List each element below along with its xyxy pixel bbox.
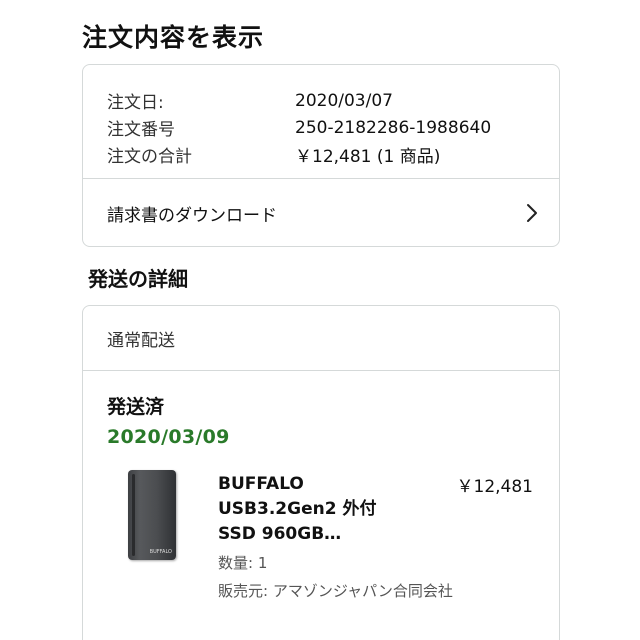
shipping-method: 通常配送 bbox=[107, 331, 175, 351]
page-title: 注文内容を表示 bbox=[82, 23, 265, 52]
product-image-logo: BUFFALO bbox=[149, 549, 172, 555]
product-title-line: USB3.2Gen2 外付 bbox=[218, 499, 377, 519]
order-summary-rows: 注文日: 2020/03/07 注文番号 250-2182286-1988640… bbox=[107, 87, 491, 168]
order-total-value: ￥12,481 (1 商品) bbox=[295, 147, 441, 167]
product-quantity: 数量: 1 bbox=[218, 554, 268, 572]
order-date-label: 注文日: bbox=[107, 93, 164, 113]
shipping-date: 2020/03/09 bbox=[107, 426, 230, 448]
shipping-divider bbox=[83, 370, 559, 371]
invoice-download-label: 請求書のダウンロード bbox=[107, 205, 277, 226]
product-title-line: SSD 960GB… bbox=[218, 524, 342, 544]
product-image[interactable]: BUFFALO bbox=[128, 470, 176, 560]
order-details-page: 注文内容を表示 注文日: 2020/03/07 注文番号 250-2182286… bbox=[0, 0, 640, 640]
product-price: ￥12,481 bbox=[456, 477, 533, 497]
order-total-row: 注文の合計 ￥12,481 (1 商品) bbox=[107, 141, 491, 168]
order-date-row: 注文日: 2020/03/07 bbox=[107, 87, 491, 114]
product-title-link[interactable]: BUFFALO USB3.2Gen2 外付 SSD 960GB… bbox=[218, 472, 418, 547]
order-number-row: 注文番号 250-2182286-1988640 bbox=[107, 114, 491, 141]
product-seller: 販売元: アマゾンジャパン合同会社 bbox=[218, 582, 453, 600]
order-total-label: 注文の合計 bbox=[107, 147, 192, 167]
product-image-strip bbox=[132, 474, 135, 556]
shipping-card: 通常配送 発送済 2020/03/09 BUFFALO BUFFALO USB3… bbox=[82, 305, 560, 640]
product-title-line: BUFFALO bbox=[218, 474, 304, 494]
order-number-label: 注文番号 bbox=[107, 120, 175, 140]
shipping-status: 発送済 bbox=[107, 396, 165, 418]
order-summary-card: 注文日: 2020/03/07 注文番号 250-2182286-1988640… bbox=[82, 64, 560, 247]
shipping-section-title: 発送の詳細 bbox=[88, 267, 188, 291]
chevron-right-icon bbox=[525, 202, 539, 224]
order-number-value: 250-2182286-1988640 bbox=[295, 117, 492, 138]
order-date-value: 2020/03/07 bbox=[295, 90, 393, 111]
invoice-download-link[interactable]: 請求書のダウンロード bbox=[83, 179, 559, 247]
